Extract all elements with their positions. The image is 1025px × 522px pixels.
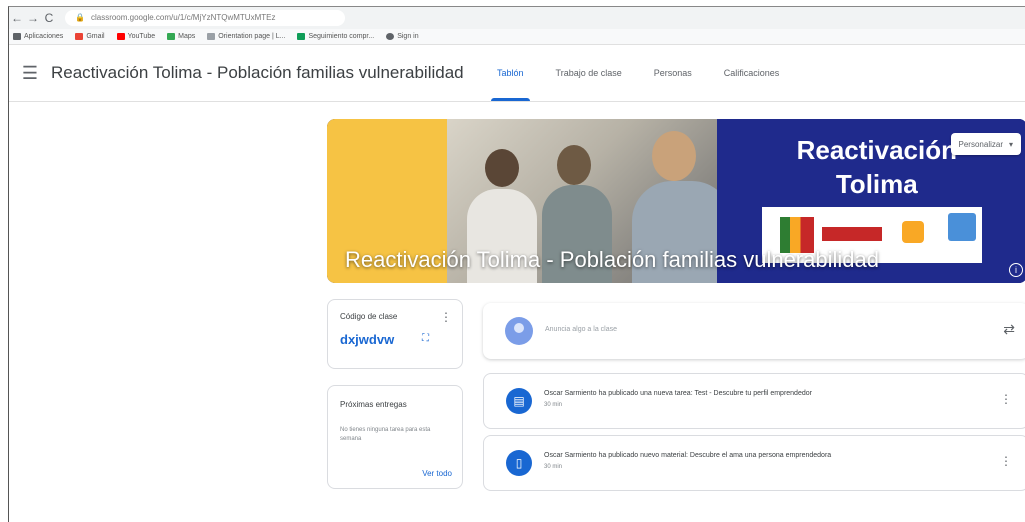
post-text: Oscar Sarmiento ha publicado nuevo mater… — [544, 452, 832, 459]
class-code-value: dxjwdvw — [340, 332, 395, 347]
bookmark-maps[interactable]: Maps — [167, 33, 195, 40]
url-field[interactable]: 🔒 classroom.google.com/u/1/c/MjYzNTQwMTU… — [65, 10, 345, 26]
reload-icon[interactable]: C — [41, 11, 57, 25]
url-text: classroom.google.com/u/1/c/MjYzNTQwMTUxM… — [90, 13, 276, 22]
tab-bar: Tablón Trabajo de clase Personas Calific… — [481, 45, 795, 101]
maps-icon — [167, 33, 176, 40]
upcoming-empty-text: No tienes ninguna tarea para esta semana — [340, 427, 431, 442]
logo-shape — [822, 227, 882, 241]
person-figure — [557, 145, 591, 185]
tab-calificaciones[interactable]: Calificaciones — [708, 45, 796, 101]
forward-icon[interactable]: → — [25, 11, 41, 25]
bookmark-gmail[interactable]: Gmail — [75, 33, 105, 40]
class-code-label: Código de clase — [340, 312, 398, 321]
material-icon: ▯ — [506, 450, 532, 476]
bookmark-signin[interactable]: Sign in — [386, 33, 419, 40]
address-bar: ← → C 🔒 classroom.google.com/u/1/c/MjYzN… — [9, 7, 1025, 29]
post-time: 30 min — [544, 464, 563, 470]
class-banner: Reactivación Tolima Reactivación Tolima … — [327, 119, 1025, 283]
bookmark-youtube[interactable]: YouTube — [116, 33, 155, 40]
avatar — [505, 317, 533, 345]
banner-headline-line2: Tolima — [835, 169, 918, 199]
bookmark-seguimiento[interactable]: Seguimiento compr... — [297, 33, 374, 40]
gmail-icon — [75, 33, 84, 40]
person-figure — [652, 131, 696, 181]
post-time: 30 min — [544, 402, 563, 408]
browser-window: ← → C 🔒 classroom.google.com/u/1/c/MjYzN… — [8, 6, 1025, 522]
hamburger-menu-icon[interactable]: ☰ — [9, 63, 51, 84]
post-text: Oscar Sarmiento ha publicado una nueva t… — [544, 390, 812, 397]
person-figure — [485, 149, 519, 187]
un-logo-icon — [948, 213, 976, 241]
banner-headline: Reactivación Tolima — [797, 133, 957, 201]
stream-post[interactable]: ▯ Oscar Sarmiento ha publicado nuevo mat… — [483, 435, 1025, 491]
customize-button[interactable]: Personalizar ▾ — [950, 133, 1021, 155]
github-icon — [386, 33, 395, 40]
tab-personas[interactable]: Personas — [638, 45, 708, 101]
page-icon — [207, 33, 216, 40]
apps-icon — [13, 33, 21, 40]
lock-icon: 🔒 — [75, 13, 85, 22]
bookmark-orientation[interactable]: Orientation page | L... — [207, 33, 285, 40]
sheets-icon — [297, 33, 306, 40]
caret-down-icon: ▾ — [1008, 139, 1013, 149]
fullscreen-icon[interactable]: ⛶ — [422, 333, 429, 344]
banner-headline-line1: Reactivación — [796, 135, 957, 165]
upcoming-title: Próximas entregas — [340, 400, 407, 409]
classroom-header: ☰ Reactivación Tolima - Población famili… — [9, 45, 1025, 102]
class-code-card: Código de clase ⋮ dxjwdvw ⛶ — [327, 299, 463, 369]
view-all-link[interactable]: Ver todo — [422, 469, 452, 478]
banner-course-title: Reactivación Tolima - Población familias… — [345, 247, 879, 272]
logo-shape — [902, 221, 924, 243]
announce-box[interactable]: Anuncia algo a la clase ⇄ — [483, 303, 1025, 359]
assignment-icon: ▤ — [506, 388, 532, 414]
more-vert-icon[interactable]: ⋮ — [1000, 454, 1012, 468]
course-title[interactable]: Reactivación Tolima - Población familias… — [51, 63, 464, 83]
more-vert-icon[interactable]: ⋮ — [440, 310, 452, 324]
upcoming-card: Próximas entregas No tienes ninguna tare… — [327, 385, 463, 489]
bookmarks-bar: Aplicaciones Gmail YouTube Maps Orientat… — [9, 29, 1025, 45]
youtube-icon — [116, 33, 125, 40]
reuse-post-icon[interactable]: ⇄ — [1003, 321, 1015, 338]
tab-trabajo-de-clase[interactable]: Trabajo de clase — [540, 45, 638, 101]
info-icon[interactable]: i — [1009, 263, 1023, 277]
tab-tablon[interactable]: Tablón — [481, 45, 540, 101]
back-icon[interactable]: ← — [9, 11, 25, 25]
announce-placeholder[interactable]: Anuncia algo a la clase — [545, 326, 617, 333]
stream-post[interactable]: ▤ Oscar Sarmiento ha publicado una nueva… — [483, 373, 1025, 429]
bookmark-apps[interactable]: Aplicaciones — [13, 33, 63, 40]
customize-label: Personalizar — [958, 139, 1003, 149]
more-vert-icon[interactable]: ⋮ — [1000, 392, 1012, 406]
